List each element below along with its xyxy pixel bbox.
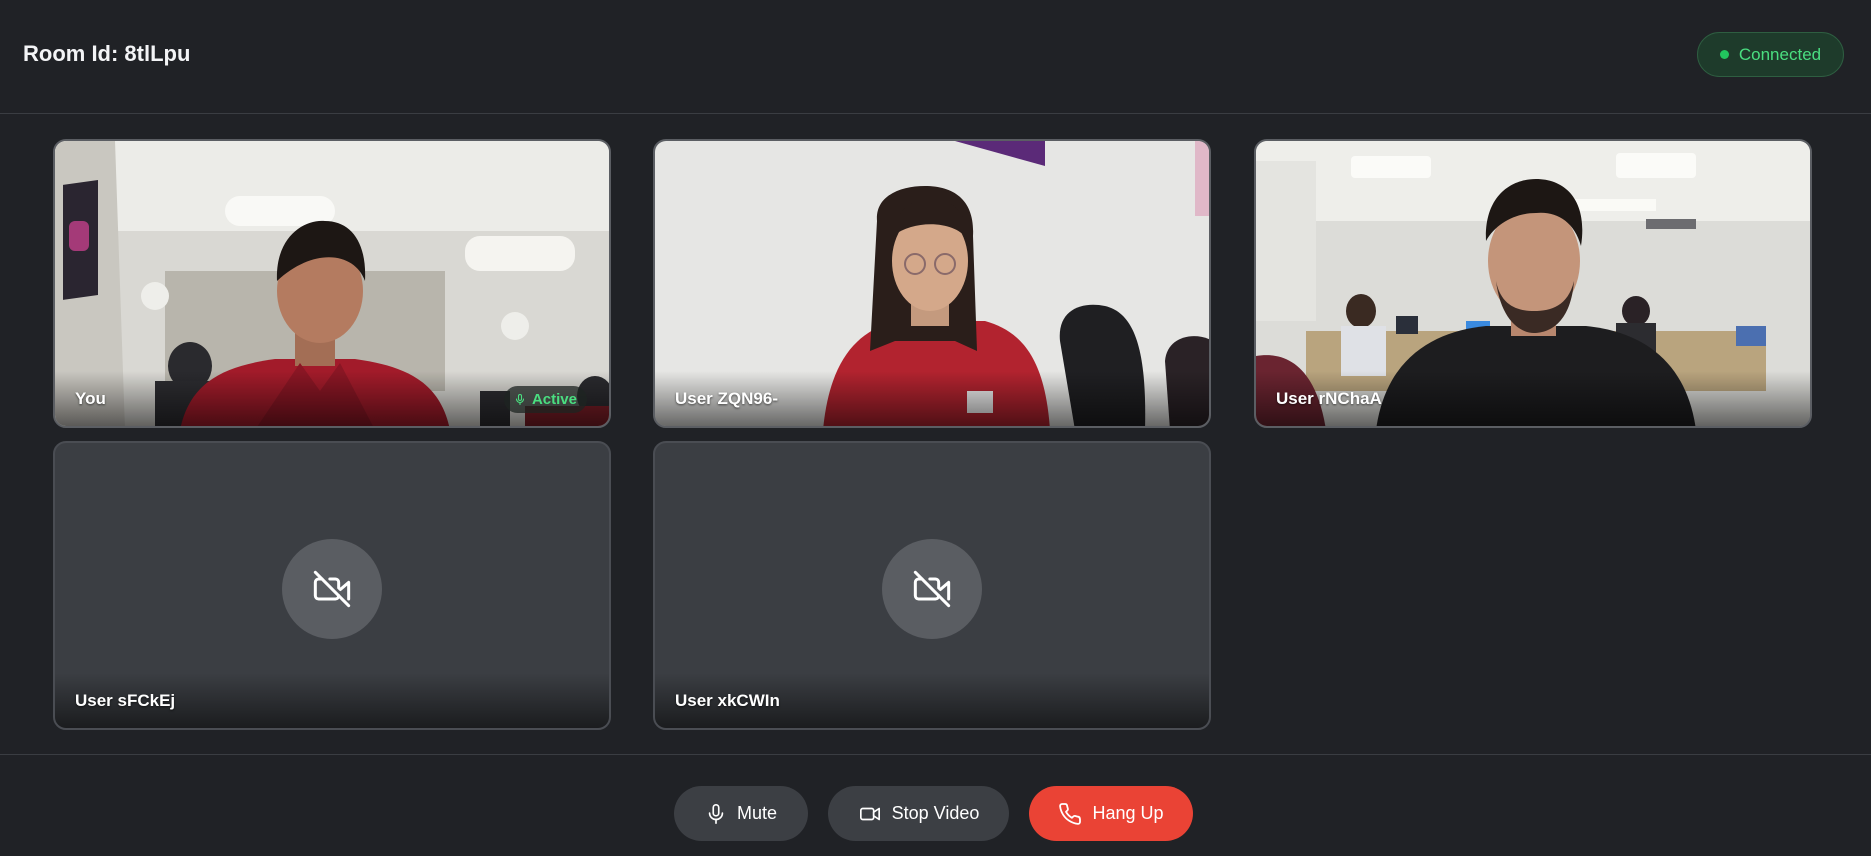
camera-off-indicator <box>882 539 982 639</box>
header-bar: Room Id: 8tlLpu Connected <box>0 0 1871 114</box>
participant-tile[interactable]: User sFCkEj <box>53 441 611 730</box>
participant-tile[interactable]: User ZQN96- <box>653 139 1211 428</box>
camera-off-indicator <box>282 539 382 639</box>
call-controls-bar: Mute Stop Video Hang Up <box>0 754 1871 856</box>
mute-label: Mute <box>736 803 778 823</box>
connection-status-badge: Connected <box>1697 32 1844 77</box>
mic-icon <box>515 393 525 406</box>
stop-video-label: Stop Video <box>891 803 980 823</box>
stop-video-button[interactable]: Stop Video <box>828 786 1009 841</box>
hang-up-label: Hang Up <box>1092 803 1164 823</box>
participant-tile[interactable]: User xkCWIn <box>653 441 1211 730</box>
room-id-title: Room Id: 8tlLpu <box>23 41 191 66</box>
participant-name: User rNChaA <box>1276 389 1382 408</box>
connection-status-label: Connected <box>1738 44 1822 64</box>
phone-icon <box>1059 802 1082 825</box>
participant-name: You <box>75 389 106 408</box>
video-camera-icon <box>859 807 880 820</box>
mute-button[interactable]: Mute <box>674 786 808 841</box>
participant-name: User xkCWIn <box>675 691 780 710</box>
active-speaker-badge: Active <box>503 386 587 413</box>
video-off-icon <box>913 570 951 608</box>
participant-tile[interactable]: User rNChaA <box>1254 139 1812 428</box>
video-off-icon <box>313 570 351 608</box>
mic-icon <box>708 803 724 824</box>
active-label: Active <box>531 391 577 408</box>
participant-name: User ZQN96- <box>675 389 778 408</box>
participant-name: User sFCkEj <box>75 691 176 710</box>
status-dot-icon <box>1719 50 1729 59</box>
participant-tile-you[interactable]: You Active <box>53 139 611 428</box>
hang-up-button[interactable]: Hang Up <box>1029 786 1193 841</box>
